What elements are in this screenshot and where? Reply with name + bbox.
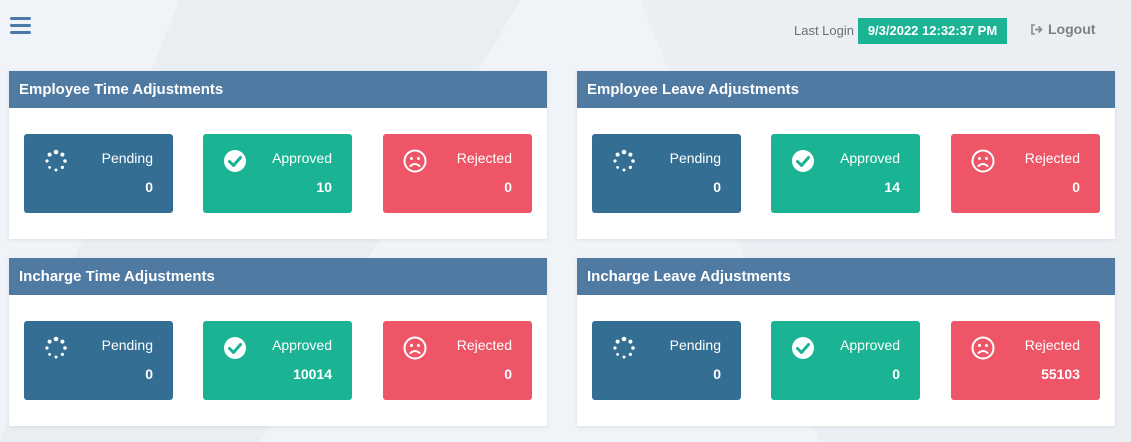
tile-count: 10014 [293, 366, 332, 382]
tile-label: Rejected [456, 150, 512, 166]
tile-label: Pending [101, 150, 153, 166]
last-login-value: 9/3/2022 12:32:37 PM [858, 18, 1007, 44]
tile-label: Pending [669, 337, 721, 353]
rejected-tile[interactable]: Rejected 0 [951, 134, 1100, 213]
tile-label: Approved [272, 150, 332, 166]
tile-label: Approved [840, 337, 900, 353]
approved-tile[interactable]: Approved 10 [203, 134, 352, 213]
check-circle-icon [224, 150, 246, 172]
tile-label: Rejected [1024, 337, 1080, 353]
pending-tile[interactable]: Pending 0 [24, 321, 173, 400]
tile-label: Pending [669, 150, 721, 166]
spinner-icon [613, 149, 635, 172]
last-login-label: Last Login [794, 23, 854, 38]
rejected-tile[interactable]: Rejected 0 [383, 134, 532, 213]
rejected-tile[interactable]: Rejected 0 [383, 321, 532, 400]
tile-label: Approved [840, 150, 900, 166]
pending-tile[interactable]: Pending 0 [24, 134, 173, 213]
tile-count: 14 [884, 179, 900, 195]
panel-incharge-leave-adjustments: Incharge Leave Adjustments Pending 0 App… [577, 258, 1115, 426]
tile-count: 0 [504, 366, 512, 382]
top-bar: Last Login 9/3/2022 12:32:37 PM Logout [0, 0, 1131, 60]
frown-face-icon [971, 336, 995, 360]
tile-label: Rejected [456, 337, 512, 353]
tile-count: 10 [316, 179, 332, 195]
tile-label: Rejected [1024, 150, 1080, 166]
pending-tile[interactable]: Pending 0 [592, 134, 741, 213]
tile-count: 0 [145, 179, 153, 195]
spinner-icon [613, 336, 635, 359]
panel-title: Incharge Time Adjustments [9, 258, 547, 295]
panel-title: Incharge Leave Adjustments [577, 258, 1115, 295]
panel-employee-leave-adjustments: Employee Leave Adjustments Pending 0 App… [577, 71, 1115, 239]
tile-label: Approved [272, 337, 332, 353]
tile-count: 0 [892, 366, 900, 382]
tile-label: Pending [101, 337, 153, 353]
panel-employee-time-adjustments: Employee Time Adjustments Pending 0 Appr… [9, 71, 547, 239]
frown-face-icon [403, 149, 427, 173]
panel-title: Employee Leave Adjustments [577, 71, 1115, 108]
check-circle-icon [792, 337, 814, 359]
check-circle-icon [792, 150, 814, 172]
tile-count: 0 [713, 366, 721, 382]
rejected-tile[interactable]: Rejected 55103 [951, 321, 1100, 400]
tile-count: 55103 [1041, 366, 1080, 382]
tile-count: 0 [713, 179, 721, 195]
check-circle-icon [224, 337, 246, 359]
tile-count: 0 [1072, 179, 1080, 195]
frown-face-icon [403, 336, 427, 360]
panel-title: Employee Time Adjustments [9, 71, 547, 108]
logout-button[interactable]: Logout [1031, 21, 1095, 37]
logout-label: Logout [1048, 21, 1096, 37]
spinner-icon [45, 149, 67, 172]
approved-tile[interactable]: Approved 14 [771, 134, 920, 213]
hamburger-menu-icon[interactable] [10, 17, 32, 35]
approved-tile[interactable]: Approved 10014 [203, 321, 352, 400]
frown-face-icon [971, 149, 995, 173]
pending-tile[interactable]: Pending 0 [592, 321, 741, 400]
tile-count: 0 [145, 366, 153, 382]
tile-count: 0 [504, 179, 512, 195]
sign-out-icon [1031, 23, 1043, 35]
spinner-icon [45, 336, 67, 359]
approved-tile[interactable]: Approved 0 [771, 321, 920, 400]
panel-incharge-time-adjustments: Incharge Time Adjustments Pending 0 Appr… [9, 258, 547, 426]
